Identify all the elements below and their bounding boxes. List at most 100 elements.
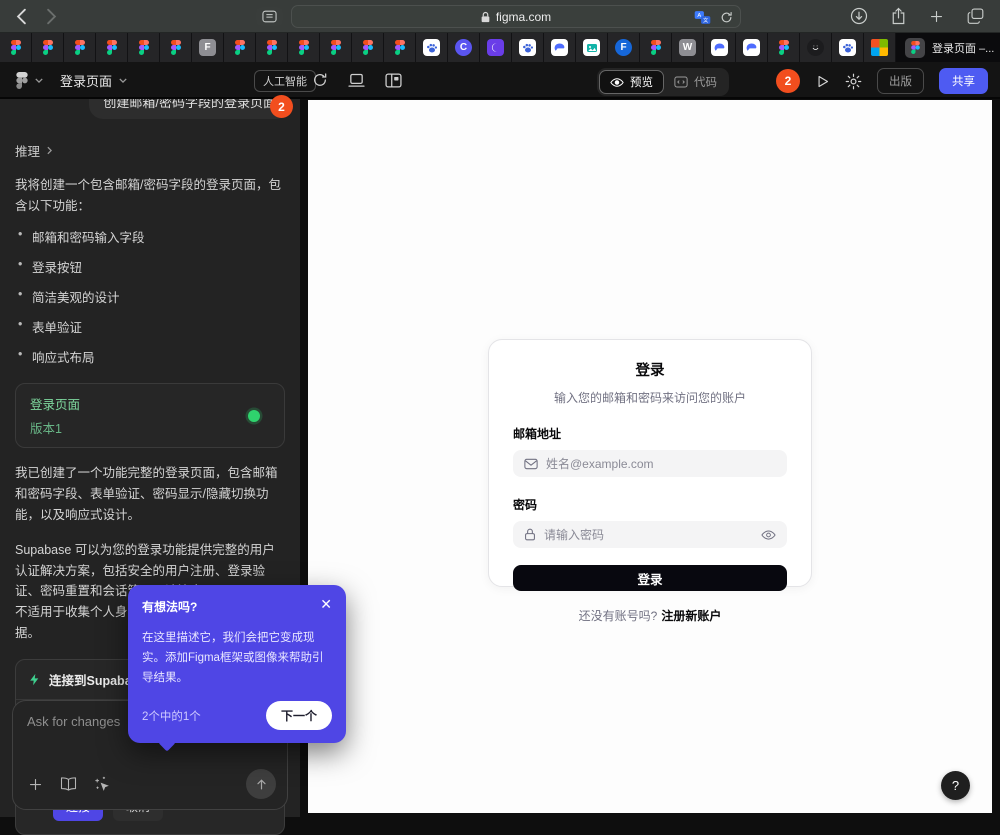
chat-sidebar: 创建邮箱/密码字段的登录页面 2 推理 我将创建一个包含邮箱/密码字段的登录页面… xyxy=(0,99,300,817)
chevron-down-icon[interactable] xyxy=(35,78,43,83)
email-field-box xyxy=(513,450,787,477)
share-icon[interactable] xyxy=(891,7,906,25)
show-tabs-icon[interactable] xyxy=(967,8,984,24)
active-browser-tab[interactable]: 登录页面 –... xyxy=(896,33,1000,62)
list-item: 邮箱和密码输入字段 xyxy=(15,227,285,246)
downloads-icon[interactable] xyxy=(850,7,868,25)
help-button[interactable]: ? xyxy=(941,771,970,800)
layout-panels-icon[interactable] xyxy=(385,73,402,88)
password-label: 密码 xyxy=(513,496,787,513)
assistant-summary: 我已创建了一个功能完整的登录页面，包含邮箱和密码字段、表单验证、密码显示/隐藏切… xyxy=(15,463,285,525)
browser-tab-figma[interactable] xyxy=(128,33,160,62)
browser-tab-figma[interactable] xyxy=(160,33,192,62)
version-card-version: 版本1 xyxy=(30,418,80,437)
browser-tab-whale[interactable] xyxy=(704,33,736,62)
chevron-down-icon[interactable] xyxy=(119,78,127,83)
login-card: 登录 输入您的邮箱和密码来访问您的账户 邮箱地址 密码 登录 还没有账号吗?注册… xyxy=(488,339,812,587)
publish-button[interactable]: 出版 xyxy=(877,68,924,94)
browser-tab-figma[interactable] xyxy=(96,33,128,62)
browser-tab-f-blue[interactable]: F xyxy=(608,33,640,62)
tab-preview[interactable]: 预览 xyxy=(599,70,664,94)
list-item: 登录按钮 xyxy=(15,257,285,276)
browser-tab-figma[interactable] xyxy=(64,33,96,62)
onboarding-tooltip: 有想法吗? ✕ 在这里描述它，我们会把它变成现实。添加Figma框架或图像来帮助… xyxy=(128,585,346,743)
file-title[interactable]: 登录页面 xyxy=(60,71,112,90)
tab-strip: F C F W 登录页面 –... xyxy=(0,33,1000,62)
figma-menu-icon[interactable] xyxy=(16,72,28,89)
version-card-title: 登录页面 xyxy=(30,394,80,413)
browser-back-icon[interactable] xyxy=(16,8,27,25)
browser-tab-dark-face[interactable] xyxy=(800,33,832,62)
device-preview-icon[interactable] xyxy=(348,73,365,88)
close-icon[interactable]: ✕ xyxy=(320,597,332,611)
login-submit-button[interactable]: 登录 xyxy=(513,565,787,591)
browser-tab-figma[interactable] xyxy=(352,33,384,62)
attach-plus-icon[interactable] xyxy=(28,777,43,792)
guidelines-book-icon[interactable] xyxy=(60,777,77,791)
password-field-box xyxy=(513,521,787,548)
browser-tab-figma[interactable] xyxy=(0,33,32,62)
browser-tab-figma[interactable] xyxy=(320,33,352,62)
browser-tab-paw[interactable] xyxy=(416,33,448,62)
browser-tab-ms-grid[interactable] xyxy=(864,33,896,62)
point-edit-cursor-icon[interactable] xyxy=(94,776,111,793)
signup-link[interactable]: 注册新账户 xyxy=(661,609,721,623)
browser-tab-f-grey[interactable]: F xyxy=(192,33,224,62)
signup-prompt: 还没有账号吗? xyxy=(579,609,658,623)
tab-code[interactable]: 代码 xyxy=(664,70,727,94)
browser-tab-figma[interactable] xyxy=(32,33,64,62)
browser-tab-whale[interactable] xyxy=(544,33,576,62)
browser-tab-figma[interactable] xyxy=(288,33,320,62)
browser-chrome: figma.com A文 xyxy=(0,0,1000,33)
address-bar[interactable]: figma.com A文 xyxy=(291,5,741,28)
supabase-bolt-icon xyxy=(28,673,41,686)
reasoning-label: 推理 xyxy=(15,141,40,160)
lock-icon xyxy=(524,528,536,541)
browser-tab-paw[interactable] xyxy=(512,33,544,62)
browser-tab-w-grey[interactable]: W xyxy=(672,33,704,62)
reasoning-toggle[interactable]: 推理 xyxy=(15,141,285,160)
list-item: 表单验证 xyxy=(15,317,285,336)
notification-badge[interactable]: 2 xyxy=(776,69,800,93)
browser-tab-whale[interactable] xyxy=(736,33,768,62)
email-field[interactable] xyxy=(546,457,776,471)
browser-tab-figma[interactable] xyxy=(640,33,672,62)
share-button[interactable]: 共享 xyxy=(939,68,988,94)
translate-icon[interactable]: A文 xyxy=(694,10,711,25)
new-tab-icon[interactable] xyxy=(929,9,944,24)
gear-icon[interactable] xyxy=(845,73,862,90)
play-icon[interactable] xyxy=(815,74,830,89)
code-label: 代码 xyxy=(694,74,717,90)
password-field[interactable] xyxy=(544,528,753,542)
login-subtitle: 输入您的邮箱和密码来访问您的账户 xyxy=(513,389,787,406)
toggle-password-eye-icon[interactable] xyxy=(761,529,776,541)
browser-tab-figma[interactable] xyxy=(224,33,256,62)
browser-tab-figma[interactable] xyxy=(768,33,800,62)
restart-icon[interactable] xyxy=(312,72,328,88)
next-button[interactable]: 下一个 xyxy=(266,701,332,730)
version-card[interactable]: 登录页面 版本1 xyxy=(15,383,285,448)
browser-tab-c-circle[interactable]: C xyxy=(448,33,480,62)
list-item: 响应式布局 xyxy=(15,347,285,366)
figma-toolbar: 登录页面 人工智能 预览 代码 2 xyxy=(0,62,1000,99)
code-icon xyxy=(674,76,688,88)
user-message-bubble: 创建邮箱/密码字段的登录页面 xyxy=(89,99,290,119)
tooltip-title: 有想法吗? xyxy=(142,598,197,615)
send-button[interactable] xyxy=(246,769,276,799)
message-count-badge[interactable]: 2 xyxy=(270,95,293,118)
browser-tab-figma[interactable] xyxy=(256,33,288,62)
list-item: 简洁美观的设计 xyxy=(15,287,285,306)
tooltip-body: 在这里描述它，我们会把它变成现实。添加Figma框架或图像来帮助引导结果。 xyxy=(142,628,332,688)
reload-icon[interactable] xyxy=(720,11,733,24)
feature-list: 邮箱和密码输入字段 登录按钮 简洁美观的设计 表单验证 响应式布局 xyxy=(15,227,285,366)
browser-forward-icon[interactable] xyxy=(46,8,57,25)
browser-tab-ai-img[interactable] xyxy=(576,33,608,62)
email-label: 邮箱地址 xyxy=(513,425,787,442)
browser-tab-paw[interactable] xyxy=(832,33,864,62)
view-mode-switch: 预览 代码 xyxy=(597,68,729,96)
tab-overview-icon[interactable] xyxy=(256,7,283,26)
browser-tab-quark[interactable] xyxy=(480,33,512,62)
user-message-clip: 创建邮箱/密码字段的登录页面 xyxy=(0,99,300,121)
browser-tab-figma[interactable] xyxy=(384,33,416,62)
tooltip-progress: 2个中的1个 xyxy=(142,708,201,724)
